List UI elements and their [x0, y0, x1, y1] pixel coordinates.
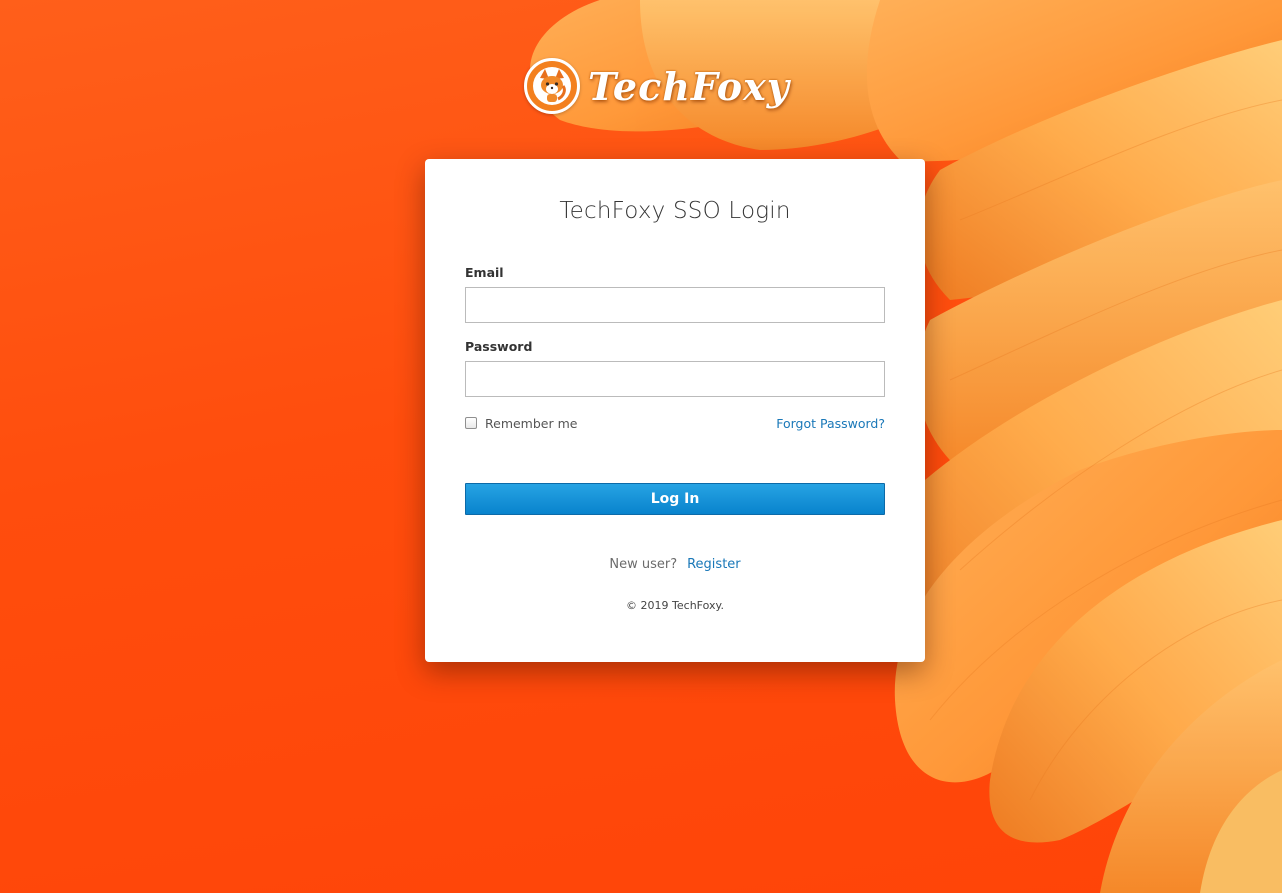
remember-me-group: Remember me: [465, 416, 577, 431]
password-field[interactable]: [465, 361, 885, 397]
email-label: Email: [465, 265, 504, 280]
remember-me-label[interactable]: Remember me: [485, 416, 577, 431]
login-button[interactable]: Log In: [465, 483, 885, 515]
forgot-password-link[interactable]: Forgot Password?: [776, 416, 885, 431]
login-options-row: Remember me Forgot Password?: [465, 415, 885, 431]
page-title: TechFoxy SSO Login: [559, 198, 791, 224]
brand-name: TechFoxy: [588, 63, 790, 109]
register-link[interactable]: Register: [687, 557, 741, 572]
new-user-text: New user?: [609, 557, 678, 572]
login-card: TechFoxy SSO Login Email Password Rememb…: [425, 159, 925, 662]
register-row: New user? Register: [465, 557, 885, 572]
email-field[interactable]: [465, 287, 885, 323]
copyright-text: © 2019 TechFoxy.: [626, 599, 724, 612]
remember-me-checkbox[interactable]: [465, 417, 477, 429]
techfoxy-logo: TechFoxy: [524, 56, 824, 116]
password-label: Password: [465, 339, 533, 354]
fox-icon: [524, 58, 580, 114]
